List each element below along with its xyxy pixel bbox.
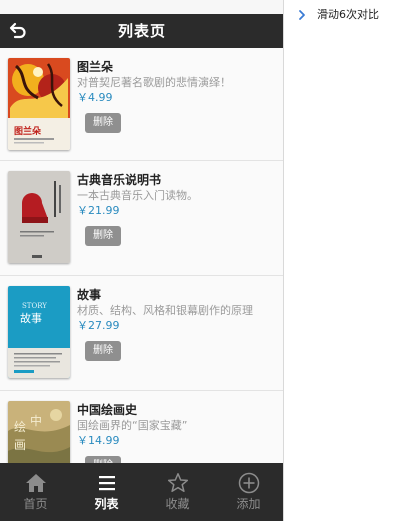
side-panel: 滑动6次对比: [290, 0, 404, 521]
tab-list[interactable]: 列表: [71, 463, 142, 521]
book-info: 故事 材质、结构、风格和银幕剧作的原理 ￥27.99 删除: [77, 288, 278, 361]
book-cover-image: 图兰朵: [8, 58, 70, 150]
book-price: ￥14.99: [77, 434, 120, 447]
list-icon: [98, 476, 115, 491]
book-price: ￥21.99: [77, 204, 120, 217]
book-cover-image: STORY 故事: [8, 286, 70, 378]
book-price: ￥27.99: [77, 319, 120, 332]
plus-circle-icon: [238, 472, 259, 494]
book-title: 中国绘画史: [77, 403, 138, 417]
page-title: 列表页: [117, 22, 166, 40]
svg-text:故事: 故事: [20, 311, 42, 325]
star-icon: [167, 473, 188, 493]
tab-add[interactable]: 添加: [213, 463, 283, 521]
book-description: 材质、结构、风格和银幕剧作的原理: [77, 304, 253, 317]
tab-home[interactable]: 首页: [0, 463, 71, 521]
book-description: 对普契尼著名歌剧的悲情演绎！: [77, 76, 231, 89]
phone-screen: 列表页 图兰朵 图兰朵 对普契尼著名歌剧的悲情演绎！ ￥4.99 删除 古典音乐…: [0, 0, 284, 521]
home-icon: [25, 474, 46, 492]
book-description: 国绘画界的“国家宝藏”: [77, 419, 188, 432]
tab-label: 添加: [236, 497, 261, 511]
svg-text:STORY: STORY: [22, 302, 47, 310]
book-title: 古典音乐说明书: [77, 173, 162, 187]
compare-item[interactable]: 滑动6次对比: [298, 7, 398, 23]
top-bar: 列表页: [0, 14, 283, 48]
book-price: ￥4.99: [77, 91, 113, 104]
book-info: 中国绘画史 国绘画界的“国家宝藏” ￥14.99 删除: [77, 403, 278, 476]
book-title: 图兰朵: [77, 60, 114, 74]
svg-text:图兰朵: 图兰朵: [14, 125, 42, 137]
book-description: 一本古典音乐入门读物。: [77, 189, 198, 202]
book-list: 图兰朵 图兰朵 对普契尼著名歌剧的悲情演绎！ ￥4.99 删除 古典音乐说明书 …: [0, 48, 283, 506]
tab-label: 首页: [23, 497, 48, 511]
list-item[interactable]: STORY 故事 故事 材质、结构、风格和银幕剧作的原理 ￥27.99 删除: [0, 276, 283, 391]
list-item[interactable]: 图兰朵 图兰朵 对普契尼著名歌剧的悲情演绎！ ￥4.99 删除: [0, 48, 283, 161]
bottom-tab-bar: 首页 列表 收藏 添加: [0, 463, 283, 521]
tab-label: 收藏: [165, 497, 190, 511]
compare-item-label: 滑动6次对比: [317, 8, 379, 21]
delete-button[interactable]: 删除: [85, 226, 121, 246]
svg-text:绘: 绘: [14, 419, 26, 434]
delete-button[interactable]: 删除: [85, 113, 121, 133]
tab-favorites[interactable]: 收藏: [142, 463, 213, 521]
list-item[interactable]: 古典音乐说明书 一本古典音乐入门读物。 ￥21.99 删除: [0, 161, 283, 276]
book-title: 故事: [77, 288, 102, 302]
delete-button[interactable]: 删除: [85, 341, 121, 361]
svg-text:中: 中: [30, 413, 42, 428]
app-root: 列表页 图兰朵 图兰朵 对普契尼著名歌剧的悲情演绎！ ￥4.99 删除 古典音乐…: [0, 0, 404, 521]
book-info: 古典音乐说明书 一本古典音乐入门读物。 ￥21.99 删除: [77, 173, 278, 246]
tab-label: 列表: [94, 497, 119, 511]
svg-text:画: 画: [14, 438, 26, 452]
book-cover-image: [8, 171, 70, 263]
book-info: 图兰朵 对普契尼著名歌剧的悲情演绎！ ￥4.99 删除: [77, 60, 278, 133]
chevron-right-icon: [299, 10, 305, 20]
